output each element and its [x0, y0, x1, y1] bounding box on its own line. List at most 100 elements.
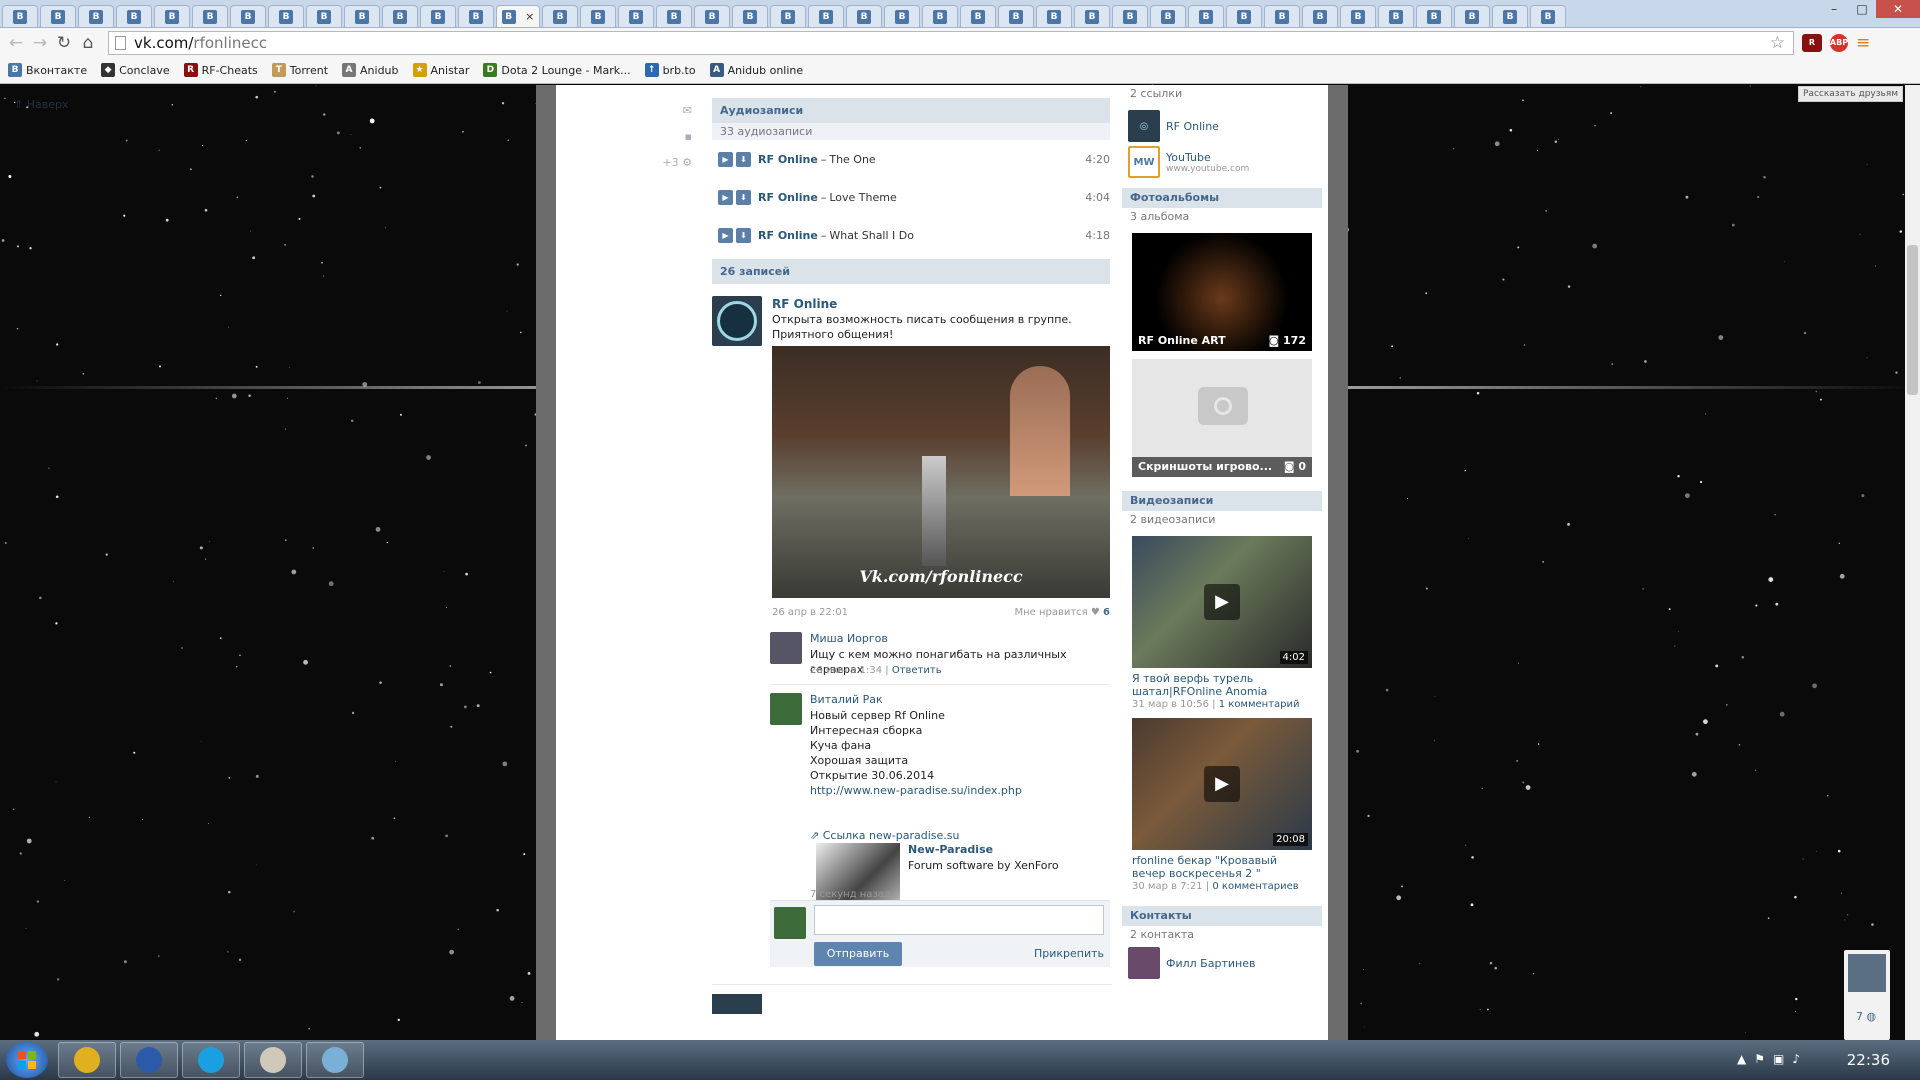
album-card[interactable]: Скриншоты игрово... ◙ 0: [1132, 359, 1312, 477]
tab[interactable]: B: [2, 5, 38, 27]
tab[interactable]: B: [998, 5, 1034, 27]
comment-avatar[interactable]: [770, 632, 802, 664]
track-artist[interactable]: RF Online: [758, 191, 818, 204]
tab[interactable]: B: [1416, 5, 1452, 27]
audio-track[interactable]: ▶ ⬇ RF Online – The One 4:20: [712, 140, 1110, 178]
album-card[interactable]: RF Online ART ◙ 172: [1132, 233, 1312, 351]
comment-input[interactable]: [814, 905, 1104, 935]
taskbar-app[interactable]: [306, 1042, 364, 1078]
tab[interactable]: B: [154, 5, 190, 27]
albums-header[interactable]: Фотоальбомы: [1122, 188, 1322, 208]
play-icon[interactable]: ▶: [1204, 584, 1240, 620]
extension-icon[interactable]: R: [1802, 33, 1822, 52]
bookmark-item[interactable]: ★ Anistar: [412, 63, 469, 77]
taskbar-app[interactable]: [244, 1042, 302, 1078]
bookmark-item[interactable]: ◆ Conclave: [101, 63, 170, 77]
tab[interactable]: B: [922, 5, 958, 27]
taskbar-app[interactable]: [120, 1042, 178, 1078]
video-comments[interactable]: 0 комментариев: [1212, 881, 1298, 892]
link-attachment[interactable]: ⇗ Ссылка new-paradise.su New-Paradise Fo…: [810, 829, 1110, 905]
home-button[interactable]: ⌂: [76, 31, 100, 55]
tab[interactable]: B: [1454, 5, 1490, 27]
bookmark-item[interactable]: D Dota 2 Lounge - Mark...: [483, 63, 631, 77]
link-name[interactable]: RF Online: [1166, 120, 1219, 133]
tab[interactable]: B: [1226, 5, 1262, 27]
scrollbar[interactable]: [1905, 85, 1920, 1040]
tab[interactable]: B: [40, 5, 76, 27]
like-button[interactable]: Мне нравится ♥ 6: [1014, 607, 1110, 618]
link-title[interactable]: New-Paradise: [908, 843, 993, 856]
up-link[interactable]: ⇑ Наверх: [14, 98, 68, 111]
videos-header[interactable]: Видеозаписи: [1122, 491, 1322, 511]
tab[interactable]: B: [770, 5, 806, 27]
track-artist[interactable]: RF Online: [758, 229, 818, 242]
video-thumbnail[interactable]: ▶ 20:08: [1132, 718, 1312, 850]
tab[interactable]: B: [580, 5, 616, 27]
download-icon[interactable]: ⬇: [736, 189, 751, 205]
tab[interactable]: B: [192, 5, 228, 27]
comment-avatar[interactable]: [770, 693, 802, 725]
send-button[interactable]: Отправить: [814, 942, 902, 966]
download-icon[interactable]: ⬇: [736, 151, 751, 167]
audio-track[interactable]: ▶ ⬇ RF Online – Love Theme 4:04: [712, 178, 1110, 216]
taskbar-app[interactable]: [58, 1042, 116, 1078]
tab[interactable]: B: [808, 5, 844, 27]
post-image[interactable]: Vk.com/rfonlinecc: [772, 346, 1110, 598]
tab[interactable]: B: [420, 5, 456, 27]
bookmark-item[interactable]: A Anidub: [342, 63, 399, 77]
tab[interactable]: B: [1302, 5, 1338, 27]
minimize-button[interactable]: –: [1820, 0, 1848, 18]
play-icon[interactable]: ▶: [718, 151, 733, 167]
flag-icon[interactable]: ⚑: [1754, 1052, 1765, 1066]
play-icon[interactable]: ▶: [718, 189, 733, 205]
links-count[interactable]: 2 ссылки: [1122, 85, 1322, 102]
taskbar-app[interactable]: [182, 1042, 240, 1078]
clock[interactable]: 22:36: [1847, 1051, 1890, 1069]
show-hidden-icons[interactable]: ▲: [1737, 1052, 1746, 1066]
scrollbar-thumb[interactable]: [1907, 245, 1918, 395]
contact-avatar[interactable]: [1128, 947, 1160, 979]
adblock-icon[interactable]: ABP: [1830, 33, 1848, 52]
download-icon[interactable]: ⬇: [736, 227, 751, 243]
comment-author[interactable]: Миша Иоргов: [810, 632, 888, 645]
tab[interactable]: B: [78, 5, 114, 27]
link-item[interactable]: ◎ RF Online: [1122, 108, 1322, 144]
tab[interactable]: B: [1264, 5, 1300, 27]
play-icon[interactable]: ▶: [718, 227, 733, 243]
video-comments[interactable]: 1 комментарий: [1219, 699, 1300, 710]
tab[interactable]: B: [306, 5, 342, 27]
address-bar[interactable]: vk.com/rfonlinecc ☆: [108, 30, 1794, 55]
wall-header[interactable]: 26 записей: [712, 259, 1110, 284]
tab[interactable]: B: [268, 5, 304, 27]
tab[interactable]: B: [542, 5, 578, 27]
track-title[interactable]: What Shall I Do: [829, 229, 914, 242]
post-author[interactable]: RF Online: [772, 297, 837, 311]
tab[interactable]: B: [344, 5, 380, 27]
tab[interactable]: B: [458, 5, 494, 27]
tab[interactable]: B: [1530, 5, 1566, 27]
video-title[interactable]: rfonline бекар "Кровавый вечер воскресен…: [1132, 854, 1312, 880]
close-window-button[interactable]: ✕: [1876, 0, 1920, 18]
tab[interactable]: B: [846, 5, 882, 27]
friends-photo[interactable]: [1848, 954, 1886, 992]
tab[interactable]: B: [732, 5, 768, 27]
comment-icon[interactable]: ▪: [642, 124, 692, 150]
bookmark-item[interactable]: ↑ brb.to: [644, 63, 696, 77]
bookmark-star-icon[interactable]: ☆: [1770, 33, 1785, 53]
bookmark-item[interactable]: B Вконтакте: [8, 63, 87, 77]
tab[interactable]: B: [116, 5, 152, 27]
contact-name[interactable]: Филл Бартинев: [1166, 957, 1255, 970]
tab[interactable]: B: [618, 5, 654, 27]
tab[interactable]: B: [1492, 5, 1528, 27]
forward-button[interactable]: →: [28, 31, 52, 55]
maximize-button[interactable]: □: [1848, 0, 1876, 18]
tab[interactable]: B: [1188, 5, 1224, 27]
attach-link[interactable]: Прикрепить: [1034, 947, 1104, 960]
friends-widget[interactable]: 7 ◍: [1844, 950, 1890, 1040]
contact-item[interactable]: Филл Бартинев: [1122, 943, 1322, 983]
tab[interactable]: B: [1074, 5, 1110, 27]
bookmark-item[interactable]: T Torrent: [271, 63, 328, 77]
tab[interactable]: B: [1378, 5, 1414, 27]
tab[interactable]: B: [1150, 5, 1186, 27]
reload-button[interactable]: ↻: [52, 31, 76, 55]
